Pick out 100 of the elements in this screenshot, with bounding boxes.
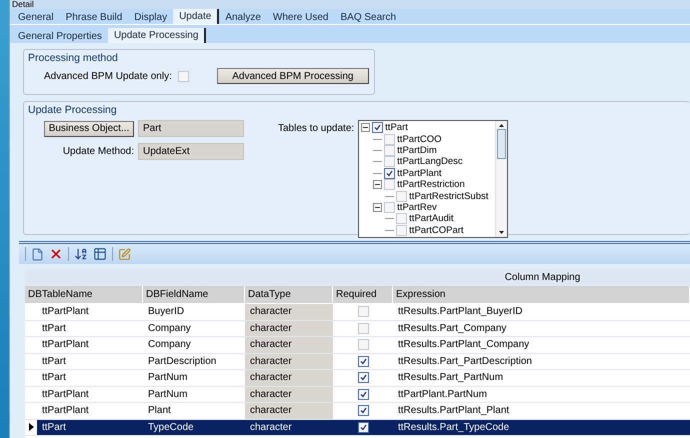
- window-title: Detail: [12, 0, 34, 9]
- table-cell: character: [245, 337, 333, 352]
- check-mark-icon: [360, 424, 366, 431]
- check-mark-icon: [360, 407, 366, 414]
- tab[interactable]: Display: [128, 10, 174, 24]
- checkbox[interactable]: [384, 144, 396, 156]
- field-label: Tables to update:: [278, 123, 354, 136]
- checkbox[interactable]: [358, 322, 368, 334]
- tree-item[interactable]: ttPartDim: [397, 144, 437, 156]
- table-row[interactable]: ttPartPlant BuyerID character ttResults.PartPlant_BuyerID: [25, 304, 690, 320]
- tree-item[interactable]: ttPartRestrictSubst: [409, 190, 488, 202]
- tree-item[interactable]: ttPartAudit: [409, 213, 454, 224]
- checkbox[interactable]: [358, 306, 368, 318]
- table-cell-text: ttPartPlant.PartNum: [397, 388, 488, 402]
- checkbox[interactable]: [384, 202, 396, 213]
- check-mark-icon: [360, 390, 366, 398]
- table-cell-text: ttResults.Part_PartNum: [397, 371, 504, 386]
- tab[interactable]: General Properties: [12, 29, 108, 43]
- checkbox[interactable]: [384, 156, 396, 168]
- check-mark-icon: [386, 170, 394, 177]
- scroll-down-icon[interactable]: [499, 231, 504, 234]
- checkbox[interactable]: [358, 339, 368, 350]
- tree-item[interactable]: ttPartRev: [397, 202, 437, 213]
- column-header[interactable]: Expression: [393, 286, 690, 303]
- tab[interactable]: Update Processing: [108, 28, 206, 43]
- scroll-thumb[interactable]: [497, 129, 506, 159]
- delete-icon[interactable]: [49, 247, 63, 261]
- table-icon[interactable]: [93, 247, 107, 261]
- scrollbar[interactable]: [495, 121, 508, 237]
- column-header[interactable]: Required: [333, 286, 393, 303]
- column-header[interactable]: DataType: [245, 286, 333, 303]
- tab[interactable]: BAQ Search: [334, 10, 402, 24]
- tree-item[interactable]: ttPartLangDesc: [397, 156, 463, 168]
- table-row[interactable]: ttPart PartDescription character ttResults.Part_PartDescription: [25, 354, 690, 370]
- checkbox[interactable]: [396, 190, 408, 202]
- table-cell-text: ttResults.PartPlant_BuyerID: [397, 305, 524, 320]
- collapse-icon[interactable]: [373, 202, 382, 212]
- tab[interactable]: Where Used: [266, 10, 334, 24]
- table-cell-text: Plant: [147, 404, 172, 418]
- table-cell-text: ttResults.PartPlant_Plant: [397, 404, 510, 418]
- column-header[interactable]: DBTableName: [25, 286, 143, 303]
- band-header: Column Mapping: [504, 272, 582, 283]
- tab[interactable]: Update: [173, 9, 220, 24]
- tab[interactable]: Analyze: [219, 10, 267, 24]
- new-document-icon[interactable]: [31, 248, 44, 260]
- checkbox[interactable]: [358, 356, 368, 367]
- tree-item[interactable]: ttPartCOPart: [409, 224, 464, 236]
- checkbox[interactable]: [358, 372, 368, 384]
- checkbox[interactable]: [384, 168, 396, 179]
- table-cell: character: [245, 386, 333, 402]
- collapse-icon[interactable]: [373, 180, 382, 190]
- tab[interactable]: Phrase Build: [60, 10, 128, 24]
- scroll-up-icon[interactable]: [499, 124, 504, 127]
- tables-tree[interactable]: ttPart ttPartCOO ttPartDim ttPartLangDesc ttPartPlant ttPartRestriction ttPartRestrictSubst ttPartRev ttPartAudit ttPartCOPart: [358, 120, 508, 238]
- table-row[interactable]: ttPartPlant Company character ttResults.PartPlant_Company: [25, 337, 690, 354]
- checkbox[interactable]: [358, 405, 368, 416]
- checkbox[interactable]: [372, 122, 384, 134]
- table-row[interactable]: ttPart TypeCode character ttResults.Part_TypeCode: [25, 420, 690, 436]
- table-cell-text: ttPart: [41, 322, 67, 336]
- table-cell-text: TypeCode: [147, 420, 195, 435]
- table-row[interactable]: ttPartPlant PartNum character ttPartPlant.PartNum: [25, 386, 690, 403]
- tree-item[interactable]: ttPart: [385, 122, 408, 134]
- table-cell-text: Company: [147, 322, 192, 336]
- checkbox[interactable]: [396, 224, 408, 236]
- table-cell-text: PartNum: [147, 388, 188, 402]
- table-cell-text: ttPartPlant: [41, 404, 90, 418]
- table-cell-text: character: [249, 420, 293, 435]
- check-mark-icon: [374, 124, 382, 132]
- checkbox[interactable]: [384, 179, 396, 190]
- update-method-field[interactable]: UpdateExt: [138, 143, 244, 160]
- tree-item[interactable]: ttPartCOO: [397, 134, 442, 145]
- table-cell: character: [245, 370, 333, 386]
- table-cell-text: ttResults.Part_Company: [397, 322, 508, 336]
- checkbox[interactable]: [178, 70, 189, 82]
- business-object-field[interactable]: Part: [138, 120, 244, 137]
- edit-icon[interactable]: [118, 248, 131, 260]
- tree-item[interactable]: ttPartRestriction: [397, 179, 465, 190]
- advanced-bpm-button[interactable]: Advanced BPM Processing: [216, 68, 369, 84]
- field-label: Update Method:: [62, 146, 134, 157]
- table-cell-text: ttPart: [41, 420, 67, 435]
- checkbox[interactable]: [358, 422, 368, 433]
- table-cell-text: BuyerID: [147, 305, 186, 320]
- table-row[interactable]: ttPartPlant Plant character ttResults.PartPlant_Plant: [25, 403, 690, 420]
- tab[interactable]: General: [12, 10, 60, 24]
- sort-icon[interactable]: [74, 247, 88, 261]
- column-header[interactable]: DBFieldName: [143, 286, 245, 303]
- row-pointer-icon: [28, 423, 34, 432]
- table-cell: character: [245, 354, 333, 369]
- checkbox[interactable]: [396, 213, 408, 224]
- checkbox[interactable]: [384, 134, 396, 145]
- table-cell-text: ttPartPlant: [41, 338, 90, 352]
- check-mark-icon: [360, 358, 366, 365]
- collapse-icon[interactable]: [361, 123, 370, 132]
- tree-item[interactable]: ttPartPlant: [397, 168, 442, 179]
- checkbox[interactable]: [358, 388, 368, 400]
- table-cell: character: [245, 403, 333, 418]
- table-row[interactable]: ttPart Company character ttResults.Part_Company: [25, 320, 690, 337]
- table-row[interactable]: ttPart PartNum character ttResults.Part_PartNum: [25, 370, 690, 386]
- group-title: Update Processing: [28, 104, 118, 116]
- business-object-button[interactable]: Business Object...: [44, 120, 134, 136]
